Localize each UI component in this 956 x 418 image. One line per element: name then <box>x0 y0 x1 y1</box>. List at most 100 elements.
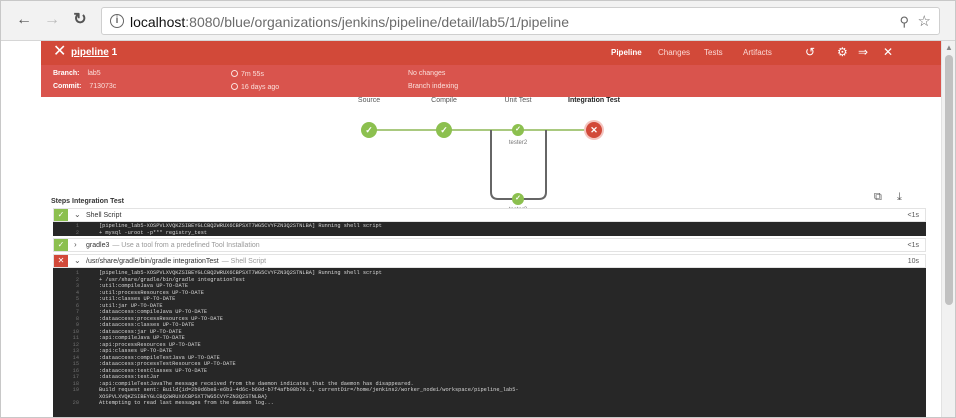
tab-changes[interactable]: Changes <box>658 48 690 57</box>
line-text: + mysql -uroot -p*** registry_test <box>99 229 208 236</box>
line-text: Attempting to read last messages from th… <box>99 400 274 406</box>
line-text: :dataaccess:compileJava UP-TO-DATE <box>99 309 208 315</box>
changes-info: No changes <box>408 70 446 77</box>
parallel-label-tester2: tester2 <box>508 140 528 146</box>
branch-value[interactable]: lab5 <box>87 70 100 77</box>
line-text: [pipeline_lab5-XOSPVLXVQKZSIBEYGLCBQ2WRU… <box>99 270 382 276</box>
tab-artifacts[interactable]: Artifacts <box>743 48 772 57</box>
open-classic-icon[interactable]: ⇒ <box>858 45 868 59</box>
success-icon: ✓ <box>54 209 68 221</box>
info-icon[interactable]: i <box>110 14 124 28</box>
tab-pipeline[interactable]: Pipeline <box>611 48 642 57</box>
line-text: :dataaccess:classes UP-TO-DATE <box>99 322 195 328</box>
forward-icon[interactable]: → <box>43 11 61 29</box>
log-line: 20 Attempting to read last messages from … <box>53 400 926 407</box>
rerun-icon[interactable]: ↺ <box>805 45 815 59</box>
url-host: localhost <box>130 14 186 30</box>
line-text: :api:compileTestJavaThe message received… <box>99 380 414 387</box>
line-text: + /usr/share/gradle/bin/gradle integrati… <box>99 276 246 283</box>
run-summary-bar: Branch: lab5 Commit: 713073c 7m 55s 16 day… <box>41 65 941 97</box>
close-icon[interactable]: ✕ <box>53 44 66 60</box>
step-duration: 10s <box>907 258 919 265</box>
back-icon[interactable]: ← <box>15 11 33 29</box>
graph-connectors <box>369 129 591 200</box>
line-text: :util:classes UP-TO-DATE <box>99 296 176 302</box>
stage-label-compile: Compile <box>431 97 457 104</box>
step-description: — Shell Script <box>221 258 267 265</box>
chevron-down-icon[interactable]: ⌄ <box>74 256 81 265</box>
ago-value: 16 days ago <box>241 84 280 91</box>
close-run-icon[interactable]: ✕ <box>883 45 893 59</box>
run-title[interactable]: pipeline 1 <box>71 47 117 58</box>
step-name: /usr/share/gradle/bin/gradle integration… <box>86 258 266 265</box>
jenkins-page: ✕ pipeline 1 Pipeline Changes Tests Arti… <box>41 41 941 417</box>
address-bar[interactable]: i localhost:8080/blue/organizations/jenk… <box>101 7 940 35</box>
branch-label: Branch: <box>53 70 80 77</box>
step-row[interactable]: ✓ › gradle3— Use a tool from a predefine… <box>53 238 926 252</box>
line-text: :util:jar UP-TO-DATE <box>99 302 163 309</box>
line-text: Build request sent: Build{id=2b9d6be8-e6… <box>99 387 519 393</box>
step-row[interactable]: ✕ ⌄ /usr/share/gradle/bin/gradle integra… <box>53 254 926 268</box>
failure-icon: ✕ <box>54 255 68 267</box>
tab-tests[interactable]: Tests <box>704 48 723 57</box>
download-icon[interactable]: ⤓ <box>897 191 902 204</box>
reload-icon[interactable]: ↻ <box>71 11 89 29</box>
step-duration: <1s <box>907 212 919 219</box>
ago-info: 16 days ago <box>231 83 279 91</box>
console-log: 1 [pipeline_lab5-XOSPVLXVQKZSIBEYGLCBQ2WR… <box>53 222 926 236</box>
parallel-node-tester3[interactable]: ✓ <box>512 193 524 205</box>
commit-label: Commit: <box>53 83 82 90</box>
line-text: :dataaccess:compileTestJava UP-TO-DATE <box>99 354 220 361</box>
url-text[interactable]: localhost:8080/blue/organizations/jenkin… <box>130 14 569 30</box>
step-row[interactable]: ✓ ⌄ Shell Script <1s <box>53 208 926 222</box>
line-text: :dataaccess:jar UP-TO-DATE <box>99 328 182 335</box>
cause-info: Branch indexing <box>408 83 459 90</box>
stage-node-integration-test[interactable]: ✕ <box>586 122 602 138</box>
line-text: :dataaccess:testJar <box>99 374 160 380</box>
step-title: /usr/share/gradle/bin/gradle integration… <box>86 258 219 265</box>
stage-label-integration-test: Integration Test <box>568 97 620 104</box>
url-path: :8080/blue/organizations/jenkins/pipelin… <box>185 14 569 30</box>
line-text: :dataaccess:processResources UP-TO-DATE <box>99 315 223 322</box>
pipeline-name-link[interactable]: pipeline <box>71 47 109 58</box>
commit-value[interactable]: 713073c <box>89 83 116 90</box>
stage-node-source[interactable]: ✓ <box>361 122 377 138</box>
step-name: gradle3— Use a tool from a predefined To… <box>86 242 260 249</box>
line-text: :dataaccess:processTestResources UP-TO-D… <box>99 361 236 367</box>
line-text: :util:processResources UP-TO-DATE <box>99 289 204 296</box>
step-name: Shell Script <box>86 212 121 219</box>
chevron-right-icon[interactable]: › <box>74 240 77 249</box>
run-header-bar: ✕ pipeline 1 Pipeline Changes Tests Arti… <box>41 41 941 65</box>
zoom-icon[interactable]: ⚲ <box>899 14 909 30</box>
run-number: 1 <box>111 47 118 58</box>
calendar-icon <box>231 83 238 90</box>
duration-value: 7m 55s <box>241 71 264 78</box>
branch-info: Branch: lab5 <box>53 70 101 77</box>
line-text: :api:processResources UP-TO-DATE <box>99 341 201 348</box>
chevron-down-icon[interactable]: ⌄ <box>74 210 81 219</box>
step-duration: <1s <box>907 242 919 249</box>
browser-toolbar: ← → ↻ i localhost:8080/blue/organization… <box>1 1 955 41</box>
line-number: 20 <box>72 400 79 406</box>
clock-icon <box>231 70 238 77</box>
browser-window: ← → ↻ i localhost:8080/blue/organization… <box>0 0 956 418</box>
open-log-icon[interactable]: ⧉ <box>874 191 882 204</box>
scroll-up-icon[interactable]: ▲ <box>945 43 953 52</box>
line-text: :dataaccess:testClasses UP-TO-DATE <box>99 367 208 374</box>
stage-node-compile[interactable]: ✓ <box>436 122 452 138</box>
parallel-node-tester2[interactable]: ✓ <box>512 124 524 136</box>
line-text: :api:classes UP-TO-DATE <box>99 348 173 354</box>
gear-icon[interactable]: ⚙ <box>837 45 848 59</box>
scroll-thumb[interactable] <box>945 55 953 305</box>
line-text: XOSPVLXVQKZSIBEYGLCBQ2WRUX6CBPSXT7WG5CVY… <box>99 393 268 400</box>
bookmark-star-icon[interactable]: ☆ <box>918 12 931 30</box>
line-text: :util:compileJava UP-TO-DATE <box>99 283 189 289</box>
pipeline-graph: Source ✓ Compile ✓ Unit Test ✓ tester2 ✓… <box>41 97 941 217</box>
line-text: :api:compileJava UP-TO-DATE <box>99 335 185 341</box>
page-scrollbar[interactable]: ▲ <box>941 41 955 417</box>
line-number: 2 <box>75 229 79 236</box>
commit-info: Commit: 713073c <box>53 83 116 90</box>
log-line: 2 + mysql -uroot -p*** registry_test <box>53 230 926 237</box>
console-log-failed: 1 [pipeline_lab5-XOSPVLXVQKZSIBEYGLCBQ2WR… <box>53 268 926 417</box>
step-description: — Use a tool from a predefined Tool Inst… <box>112 242 260 249</box>
